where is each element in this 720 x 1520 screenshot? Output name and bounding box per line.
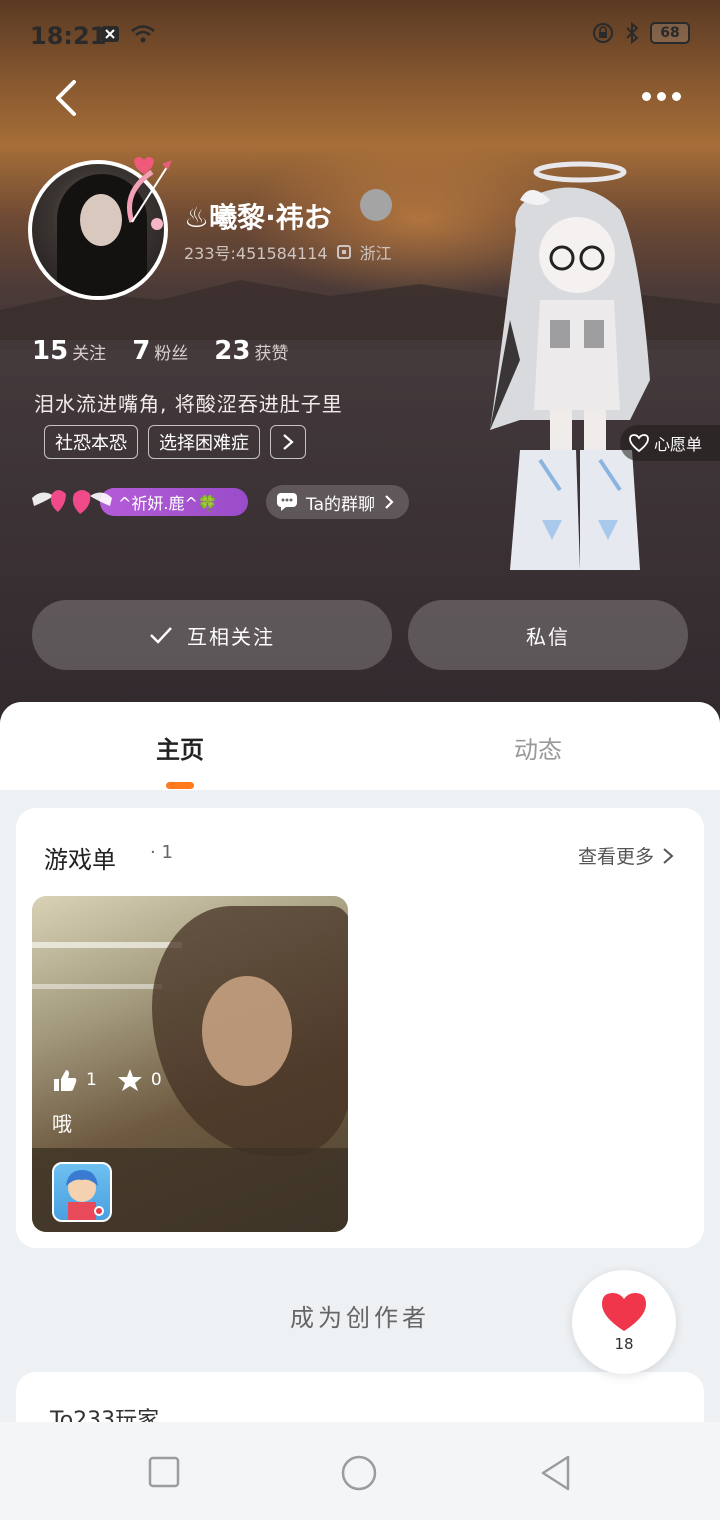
tag[interactable]: 选择困难症 [148,425,260,459]
status-notification-icons [100,24,156,44]
tab-indicator [166,782,194,789]
bluetooth-icon [626,22,639,44]
wish-list-button[interactable]: 心愿单 [620,425,720,461]
game-character-icon [66,1170,104,1220]
more-dot [642,91,651,101]
more-dot [657,91,666,101]
thumbs-up-icon [54,1070,77,1091]
stat-fans[interactable]: 7 粉丝 [132,336,188,366]
stat-number: 23 [214,336,251,366]
chevron-right-icon [663,847,674,864]
battery-indicator: 68 [650,22,690,44]
check-icon [150,627,172,644]
star-icon [117,1069,142,1091]
content-sheet: 主页 动态 游戏单 · 1 查看更多 1 0 哦 成为创作者 To233玩家 [0,702,720,1520]
chat-bubble-icon [277,493,297,511]
nickname: ♨曦黎·祎お [184,201,332,234]
tag-list: 社恐本恐 选择困难症 [44,425,306,459]
wish-list-label: 心愿单 [654,435,703,454]
game-list-item[interactable]: 1 0 哦 [32,896,348,1232]
home-icon[interactable] [340,1454,378,1492]
follow-stats: 15 关注 7 粉丝 23 获赞 [32,336,288,366]
chevron-left-icon [56,80,76,116]
tab-home[interactable]: 主页 [156,730,204,765]
game-list-card: 游戏单 · 1 查看更多 1 0 哦 [16,808,704,1248]
like-count: 1 [86,1070,97,1090]
background-rail [32,984,162,989]
game-list-count: · 1 [150,842,173,863]
view-more-label: 查看更多 [577,846,654,868]
user-id: 233号:451584114 [184,244,328,263]
copy-icon[interactable] [336,244,352,260]
status-right-icons: 68 [592,22,690,44]
cupid-bow-decoration-icon [127,157,172,230]
follow-label: 互相关注 [187,624,275,649]
winged-hearts-icon [32,490,112,514]
photo-face [202,976,292,1086]
status-bar: 18:21 68 [0,0,720,72]
thumb-stats: 1 0 [52,1068,162,1092]
like-profile-button[interactable]: 18 [572,1270,676,1374]
group-chat-button[interactable]: Ta的群聊 [266,485,409,519]
mutual-follow-button[interactable]: 互相关注 [32,600,392,670]
status-time: 18:21 [30,22,107,50]
profile-like-count: 18 [614,1335,634,1353]
group-chat-label: Ta的群聊 [306,494,375,515]
tab-dynamic[interactable]: 动态 [514,730,562,765]
stat-label: 获赞 [254,344,289,364]
online-status-dot [360,189,392,221]
stat-label: 关注 [72,344,107,364]
couple-name-badge[interactable]: ^祈妍.鹿^🍀 [30,480,248,524]
message-label: 私信 [526,624,570,649]
wifi-icon [131,25,155,43]
user-id-row: 233号:451584114 浙江 [184,240,392,264]
stat-number: 15 [32,336,69,366]
stat-likes[interactable]: 23 获赞 [214,336,288,366]
more-dot [672,91,681,101]
more-options-button[interactable] [642,84,686,108]
private-message-button[interactable]: 私信 [408,600,688,670]
notification-x-icon [101,26,119,42]
game-list-title: 游戏单 [44,846,116,874]
system-navigation-bar [0,1422,720,1520]
chevron-right-icon [283,434,294,450]
recent-apps-icon[interactable] [148,1456,180,1488]
heart-icon [602,1293,646,1331]
stat-label: 粉丝 [154,344,189,364]
star-count: 0 [150,1070,162,1090]
heart-outline-icon [629,434,649,453]
back-triangle-icon[interactable] [538,1454,574,1492]
profile-tabs: 主页 动态 [0,702,720,790]
back-button[interactable] [46,76,86,120]
location: 浙江 [359,244,392,263]
badge-row: ^祈妍.鹿^🍀 Ta的群聊 [30,480,409,524]
stat-following[interactable]: 15 关注 [32,336,106,366]
game-list-caption: 哦 [52,1112,72,1136]
view-more-button[interactable]: 查看更多 [578,842,674,869]
chevron-right-icon [385,495,394,509]
bio: 泪水流进嘴角, 将酸涩吞进肚子里 [34,392,343,416]
background-rail [32,942,182,948]
avatar-3d-character[interactable] [480,160,660,580]
tags-more-button[interactable] [270,425,306,459]
tag[interactable]: 社恐本恐 [44,425,138,459]
stat-number: 7 [132,336,151,366]
lock-rotation-icon [593,23,613,43]
game-app-icon[interactable] [52,1162,112,1222]
badge-label: ^祈妍.鹿^🍀 [100,488,248,516]
